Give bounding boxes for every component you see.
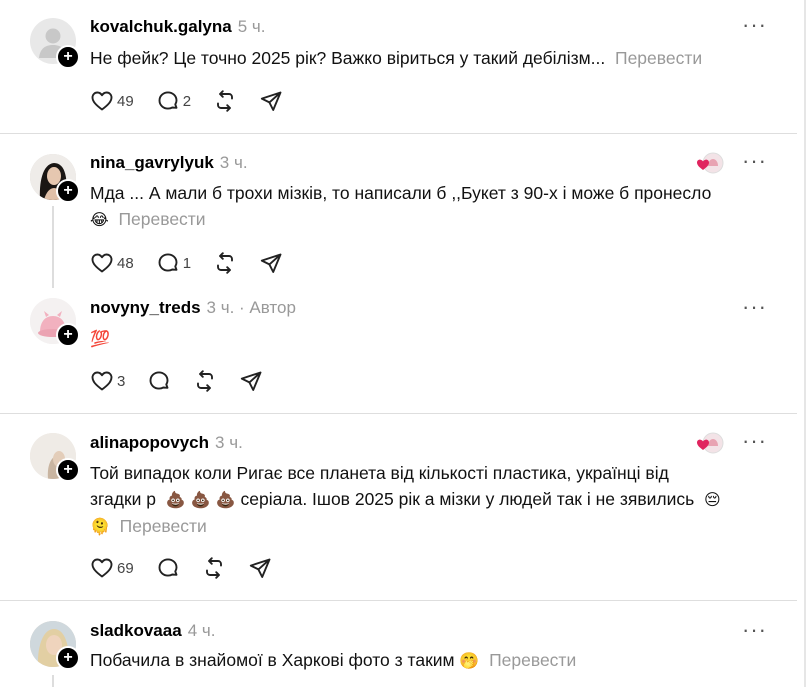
comment-icon: [147, 369, 171, 393]
username[interactable]: kovalchuk.galyna: [90, 17, 232, 36]
like-count: 49: [117, 92, 134, 110]
thread-line: [52, 206, 54, 288]
username[interactable]: nina_gavrylyuk: [90, 153, 214, 172]
username[interactable]: alinapopovych: [90, 433, 209, 452]
post-sladkovaaa: + sladkovaaa 4 ч. ··· Побачила в знайомої…: [0, 601, 804, 687]
like-button[interactable]: 3: [90, 369, 125, 393]
translate-link[interactable]: Перевести: [489, 650, 576, 670]
post-text-container: Той випадок коли Ригає все планета від к…: [90, 460, 770, 540]
repost-icon: [213, 89, 237, 113]
emoji-pensive: 😔: [704, 490, 721, 509]
emoji-melting: 🫠: [90, 517, 110, 536]
comment-icon: [156, 556, 180, 580]
repost-button[interactable]: [213, 89, 237, 113]
reply-button[interactable]: 1: [156, 251, 191, 275]
like-button[interactable]: 69: [90, 556, 134, 580]
more-icon[interactable]: ···: [742, 296, 767, 318]
follow-plus-icon[interactable]: +: [56, 458, 80, 482]
repost-icon: [202, 556, 226, 580]
more-icon[interactable]: ···: [742, 14, 767, 36]
translate-link[interactable]: Перевести: [118, 209, 205, 229]
post-text-line-1: Той випадок коли Ригає все планета від к…: [90, 463, 669, 483]
like-count: 3: [117, 372, 126, 390]
repost-button[interactable]: [193, 369, 217, 393]
emoji-hundred: 💯: [90, 329, 110, 348]
emoji-laughing: 😂: [90, 210, 109, 229]
follow-plus-icon[interactable]: +: [56, 179, 80, 203]
post-text: Мда ... А мали б трохи мізків, то написа…: [90, 183, 712, 203]
reply-count: 1: [182, 254, 192, 272]
heart-icon: [90, 251, 114, 275]
follow-plus-icon[interactable]: +: [56, 646, 80, 670]
heart-icon: [90, 369, 114, 393]
post-alina: + alinapopovych 3 ч. ··· Той випадок коли…: [0, 414, 804, 600]
comment-icon: [156, 89, 180, 113]
reply-button[interactable]: 2: [156, 89, 191, 113]
author-tag: · Автор: [239, 298, 296, 317]
send-icon: [259, 89, 283, 113]
thread-line: [52, 675, 54, 687]
share-button[interactable]: [239, 369, 263, 393]
emoji-hand-over-mouth: 🤭: [459, 651, 480, 670]
share-button[interactable]: [259, 251, 283, 275]
post-text-container: Мда ... А мали б трохи мізків, то написа…: [90, 180, 770, 233]
timestamp[interactable]: 3 ч.: [220, 153, 248, 172]
comment-icon: [156, 251, 180, 275]
like-button[interactable]: 49: [90, 89, 134, 113]
heart-icon: [90, 89, 114, 113]
heart-icon: [90, 556, 114, 580]
author-liked-badge: [697, 152, 724, 174]
timestamp[interactable]: 5 ч.: [238, 17, 266, 36]
repost-icon: [193, 369, 217, 393]
repost-icon: [213, 251, 237, 275]
reply-count: 2: [182, 92, 192, 110]
reply-button[interactable]: [147, 369, 171, 393]
translate-link[interactable]: Перевести: [120, 516, 207, 536]
post-text-container: Не фейк? Це точно 2025 рік? Важко вірить…: [90, 45, 770, 71]
repost-button[interactable]: [202, 556, 226, 580]
follow-plus-icon[interactable]: +: [56, 323, 80, 347]
author-liked-badge: [697, 432, 724, 454]
like-button[interactable]: 48: [90, 251, 134, 275]
timestamp[interactable]: 3 ч.: [215, 433, 243, 452]
username[interactable]: sladkovaaa: [90, 621, 182, 640]
post-text: Не фейк? Це точно 2025 рік? Важко вірить…: [90, 48, 606, 68]
post-text-line-2a: згадки р: [90, 489, 156, 509]
username[interactable]: novyny_treds: [90, 298, 201, 317]
share-button[interactable]: [259, 89, 283, 113]
send-icon: [248, 556, 272, 580]
post-text-container: Побачила в знайомої в Харкові фото з так…: [90, 647, 770, 674]
post-nina: + nina_gavrylyuk 3 ч. ··· Мда ... А мали …: [0, 134, 804, 288]
send-icon: [239, 369, 263, 393]
reply-button[interactable]: [156, 556, 180, 580]
send-icon: [259, 251, 283, 275]
post-kovalchuk: + kovalchuk.galyna 5 ч. ··· Не фейк? Це т…: [0, 0, 804, 134]
timestamp[interactable]: 4 ч.: [188, 621, 216, 640]
repost-button[interactable]: [213, 251, 237, 275]
post-novyny-reply: + novyny_treds 3 ч. · Автор ··· 💯 3: [0, 280, 804, 414]
like-count: 48: [117, 254, 134, 272]
post-text-container: 💯: [90, 325, 770, 352]
translate-link[interactable]: Перевести: [615, 48, 702, 68]
post-text-line-2b: серіала. Ішов 2025 рік а мізки у людей т…: [240, 489, 695, 509]
timestamp[interactable]: 3 ч.: [207, 298, 235, 317]
more-icon[interactable]: ···: [742, 150, 767, 172]
post-text: Побачила в знайомої в Харкові фото з так…: [90, 650, 455, 670]
share-button[interactable]: [248, 556, 272, 580]
more-icon[interactable]: ···: [742, 430, 767, 452]
more-icon[interactable]: ···: [742, 619, 767, 641]
like-count: 69: [117, 559, 134, 577]
follow-plus-icon[interactable]: +: [56, 45, 80, 69]
emoji-poop: 💩 💩 💩: [165, 490, 236, 509]
